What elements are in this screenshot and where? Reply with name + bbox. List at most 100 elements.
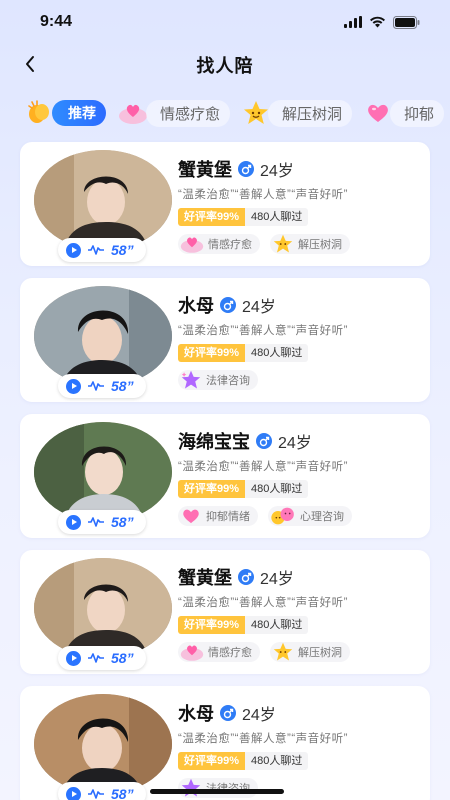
category-chip[interactable]: 情感疗愈 bbox=[178, 234, 260, 254]
male-icon bbox=[238, 161, 254, 177]
companion-name: 水母 bbox=[178, 296, 214, 316]
companion-card[interactable]: 58” 水母 24岁 “温柔治愈”“善解人意”“声音好听” 好评率99% 480… bbox=[20, 278, 430, 402]
stats-row: 好评率99% 480人聊过 bbox=[178, 344, 420, 362]
voice-duration: 58” bbox=[111, 378, 134, 394]
companion-age: 24岁 bbox=[242, 299, 276, 316]
rating-badge: 好评率99% bbox=[178, 208, 246, 226]
status-time: 9:44 bbox=[40, 13, 73, 30]
avatar-container: 58” bbox=[34, 694, 172, 800]
nav-bar: 找人陪 bbox=[0, 44, 450, 86]
emoji-faces-icon bbox=[271, 507, 294, 525]
category-chip[interactable]: 法律咨询 bbox=[178, 370, 258, 390]
companion-age: 24岁 bbox=[260, 163, 294, 180]
category-label: 解压树洞 bbox=[298, 647, 342, 659]
companion-list: 58” 蟹黄堡 24岁 “温柔治愈”“善解人意”“声音好听” 好评率99% 48… bbox=[0, 132, 450, 800]
waveform-icon bbox=[88, 789, 104, 799]
tab-label: 抑郁 bbox=[390, 99, 445, 127]
category-chip[interactable]: 情感疗愈 bbox=[178, 642, 260, 662]
category-label: 法律咨询 bbox=[206, 375, 250, 387]
male-icon bbox=[256, 433, 272, 449]
category-chips: 法律咨询 bbox=[178, 370, 420, 390]
tab-label: 解压树洞 bbox=[268, 99, 353, 127]
avatar[interactable] bbox=[34, 150, 172, 250]
avatar-portrait bbox=[34, 286, 172, 386]
play-icon bbox=[66, 514, 81, 530]
stats-row: 好评率99% 480人聊过 bbox=[178, 208, 420, 226]
companion-info: 蟹黄堡 24岁 “温柔治愈”“善解人意”“声音好听” 好评率99% 480人聊过… bbox=[178, 564, 420, 662]
voice-intro-button[interactable]: 58” bbox=[58, 510, 146, 534]
male-icon bbox=[220, 705, 236, 721]
category-chip[interactable]: 解压树洞 bbox=[270, 234, 350, 254]
chat-count: 480人聊过 bbox=[245, 616, 309, 634]
companion-name: 水母 bbox=[178, 704, 214, 724]
companion-name: 蟹黄堡 bbox=[178, 568, 232, 588]
companion-card[interactable]: 58” 蟹黄堡 24岁 “温柔治愈”“善解人意”“声音好听” 好评率99% 48… bbox=[20, 142, 430, 266]
avatar[interactable] bbox=[34, 694, 172, 794]
avatar[interactable] bbox=[34, 286, 172, 386]
stats-row: 好评率99% 480人聊过 bbox=[178, 752, 420, 770]
voice-duration: 58” bbox=[111, 514, 134, 530]
companion-info: 蟹黄堡 24岁 “温柔治愈”“善解人意”“声音好听” 好评率99% 480人聊过… bbox=[178, 156, 420, 254]
category-label: 情感疗愈 bbox=[208, 239, 252, 251]
companion-card[interactable]: 58” 海绵宝宝 24岁 “温柔治愈”“善解人意”“声音好听” 好评率99% 4… bbox=[20, 414, 430, 538]
companion-card[interactable]: 58” 水母 24岁 “温柔治愈”“善解人意”“声音好听” 好评率99% 480… bbox=[20, 686, 430, 800]
home-indicator[interactable] bbox=[150, 789, 284, 794]
back-button[interactable] bbox=[18, 52, 42, 76]
status-bar: 9:44 bbox=[0, 0, 450, 44]
avatar-container: 58” bbox=[34, 558, 172, 670]
play-icon bbox=[66, 650, 81, 666]
name-row: 水母 24岁 bbox=[178, 292, 420, 318]
pink-heart-icon bbox=[368, 104, 388, 122]
companion-age: 24岁 bbox=[260, 571, 294, 588]
tab-label: 情感疗愈 bbox=[146, 99, 231, 127]
category-chips: 情感疗愈 解压树洞 bbox=[178, 642, 420, 662]
star-face-icon bbox=[273, 642, 293, 661]
tab-depression[interactable]: 抑郁 bbox=[364, 99, 445, 127]
chat-count: 480人聊过 bbox=[245, 752, 309, 770]
signal-icon bbox=[344, 16, 362, 28]
companion-card[interactable]: 58” 蟹黄堡 24岁 “温柔治愈”“善解人意”“声音好听” 好评率99% 48… bbox=[20, 550, 430, 674]
voice-intro-button[interactable]: 58” bbox=[58, 646, 146, 670]
name-row: 蟹黄堡 24岁 bbox=[178, 564, 420, 590]
category-chip[interactable]: 抑郁情绪 bbox=[178, 506, 258, 526]
personality-tags: “温柔治愈”“善解人意”“声音好听” bbox=[178, 325, 348, 337]
wifi-icon bbox=[370, 16, 385, 28]
companion-name: 海绵宝宝 bbox=[178, 432, 250, 452]
personality-tags: “温柔治愈”“善解人意”“声音好听” bbox=[178, 597, 348, 609]
purple-star-icon bbox=[181, 778, 201, 797]
category-chip[interactable]: 解压树洞 bbox=[270, 642, 350, 662]
category-chip[interactable]: 法律咨询 bbox=[178, 778, 258, 798]
chat-count: 480人聊过 bbox=[245, 480, 309, 498]
name-row: 水母 24岁 bbox=[178, 700, 420, 726]
tab-emotional-healing[interactable]: 情感疗愈 bbox=[118, 99, 231, 127]
category-chip[interactable]: 心理咨询 bbox=[268, 506, 352, 526]
stats-row: 好评率99% 480人聊过 bbox=[178, 616, 420, 634]
category-label: 抑郁情绪 bbox=[206, 511, 250, 523]
category-tabs: 推荐 情感疗愈 解压树洞 抑郁 bbox=[0, 86, 450, 132]
battery-icon bbox=[393, 15, 420, 29]
heart-cloud-icon bbox=[119, 104, 147, 124]
waveform-icon bbox=[88, 517, 104, 527]
tab-stress-relief[interactable]: 解压树洞 bbox=[242, 99, 353, 127]
category-chips: 抑郁情绪 心理咨询 bbox=[178, 506, 420, 526]
heart-cloud-icon bbox=[180, 645, 204, 661]
tab-recommend[interactable]: 推荐 bbox=[26, 100, 106, 126]
avatar[interactable] bbox=[34, 558, 172, 658]
star-face-icon bbox=[244, 101, 269, 124]
male-icon bbox=[238, 569, 254, 585]
voice-duration: 58” bbox=[111, 786, 134, 800]
avatar-container: 58” bbox=[34, 286, 172, 398]
voice-intro-button[interactable]: 58” bbox=[58, 238, 146, 262]
star-face-icon bbox=[273, 234, 293, 253]
voice-intro-button[interactable]: 58” bbox=[58, 374, 146, 398]
category-label: 心理咨询 bbox=[300, 511, 344, 523]
voice-intro-button[interactable]: 58” bbox=[58, 782, 146, 800]
waveform-icon bbox=[88, 245, 104, 255]
voice-duration: 58” bbox=[111, 650, 134, 666]
chevron-left-icon bbox=[26, 56, 34, 72]
status-icons bbox=[344, 15, 420, 29]
avatar[interactable] bbox=[34, 422, 172, 522]
waveform-icon bbox=[88, 381, 104, 391]
rating-badge: 好评率99% bbox=[178, 616, 246, 634]
category-chips: 情感疗愈 解压树洞 bbox=[178, 234, 420, 254]
